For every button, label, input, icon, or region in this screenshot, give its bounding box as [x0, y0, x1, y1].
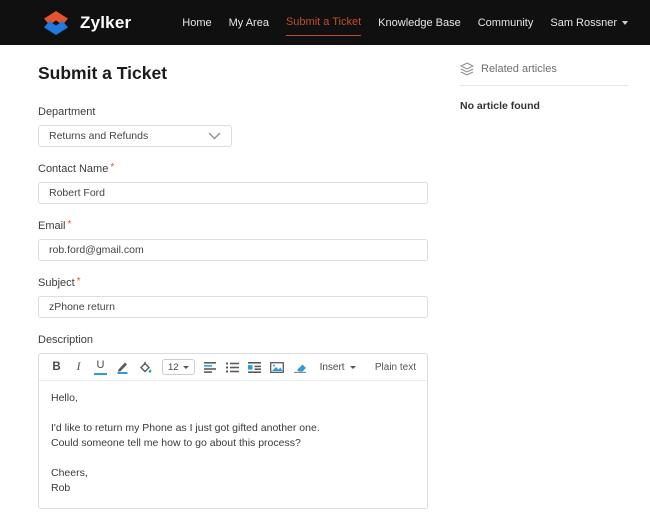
nav-item-my-area[interactable]: My Area	[229, 17, 269, 29]
nav-links: Home My Area Submit a Ticket Knowledge B…	[182, 16, 628, 36]
description-line: Rob	[51, 482, 71, 494]
required-asterisk: *	[76, 276, 81, 287]
description-line: Cheers,	[51, 467, 88, 479]
editor-toolbar: B I U 12 Insert Plain text	[39, 354, 427, 381]
page-title: Submit a Ticket	[38, 63, 168, 83]
contact-name-field-group: Contact Name *	[38, 163, 428, 204]
top-navbar: Zylker Home My Area Submit a Ticket Know…	[0, 0, 650, 45]
subject-input[interactable]	[38, 296, 428, 318]
ticket-form: Submit a Ticket Department Returns and R…	[38, 45, 428, 529]
chevron-down-icon	[208, 132, 221, 140]
contact-name-input[interactable]	[38, 182, 428, 204]
description-content[interactable]: Hello, I'd like to return my Phone as I …	[39, 381, 427, 508]
subject-field-group: Subject *	[38, 277, 428, 318]
required-asterisk: *	[67, 219, 72, 230]
font-size-dropdown[interactable]: 12	[162, 359, 195, 375]
chevron-down-icon	[182, 365, 189, 369]
nav-item-home[interactable]: Home	[182, 17, 211, 29]
layers-icon	[460, 62, 474, 76]
department-selected-value: Returns and Refunds	[49, 130, 149, 142]
divider	[460, 85, 628, 86]
department-field-group: Department Returns and Refunds	[38, 106, 428, 147]
chevron-down-icon	[349, 365, 356, 369]
brand-name: Zylker	[80, 12, 132, 32]
related-articles-header: Related articles	[460, 62, 628, 76]
user-menu[interactable]: Sam Rossner	[550, 17, 628, 29]
description-field-group: Description B I U 12 Insert Plain text H…	[38, 334, 428, 509]
description-line	[51, 406, 415, 421]
bullet-list-icon[interactable]	[225, 359, 239, 375]
text-color-icon[interactable]	[116, 359, 129, 375]
email-label: Email *	[38, 219, 72, 233]
brand[interactable]: Zylker	[43, 10, 131, 36]
email-field-group: Email *	[38, 220, 428, 261]
rich-text-editor: B I U 12 Insert Plain text Hello, I'd li…	[38, 353, 428, 509]
underline-icon[interactable]: U	[94, 359, 107, 375]
description-line	[51, 451, 415, 466]
bold-icon[interactable]: B	[50, 359, 63, 375]
user-name: Sam Rossner	[550, 16, 617, 29]
plain-text-toggle[interactable]: Plain text	[375, 362, 416, 373]
related-articles-title: Related articles	[481, 63, 557, 75]
insert-label: Insert	[319, 361, 345, 373]
subject-label: Subject *	[38, 276, 81, 290]
description-line: Hello,	[51, 392, 78, 404]
related-articles-panel: Related articles No article found	[460, 62, 628, 529]
nav-item-community[interactable]: Community	[478, 17, 534, 29]
description-line: Could someone tell me how to go about th…	[51, 437, 301, 449]
insert-dropdown[interactable]: Insert	[320, 362, 356, 373]
align-left-icon[interactable]	[203, 359, 217, 375]
department-label: Department	[38, 106, 96, 118]
font-size-value: 12	[168, 361, 179, 373]
page-body: Submit a Ticket Department Returns and R…	[0, 45, 650, 529]
contact-name-label: Contact Name *	[38, 162, 115, 176]
italic-icon[interactable]: I	[72, 359, 85, 375]
department-select[interactable]: Returns and Refunds	[38, 125, 232, 147]
required-asterisk: *	[110, 162, 115, 173]
no-article-message: No article found	[460, 100, 540, 112]
nav-item-knowledge-base[interactable]: Knowledge Base	[378, 17, 461, 29]
description-label: Description	[38, 334, 94, 346]
description-line: I'd like to return my Phone as I just go…	[51, 422, 320, 434]
indent-icon[interactable]	[247, 359, 261, 375]
zylker-logo-icon	[43, 10, 69, 36]
fill-color-icon[interactable]	[138, 359, 153, 375]
eraser-icon[interactable]	[293, 359, 307, 375]
chevron-down-icon	[622, 20, 628, 25]
nav-item-submit-a-ticket[interactable]: Submit a Ticket	[285, 16, 362, 36]
image-icon[interactable]	[269, 359, 284, 375]
email-input[interactable]	[38, 239, 428, 261]
